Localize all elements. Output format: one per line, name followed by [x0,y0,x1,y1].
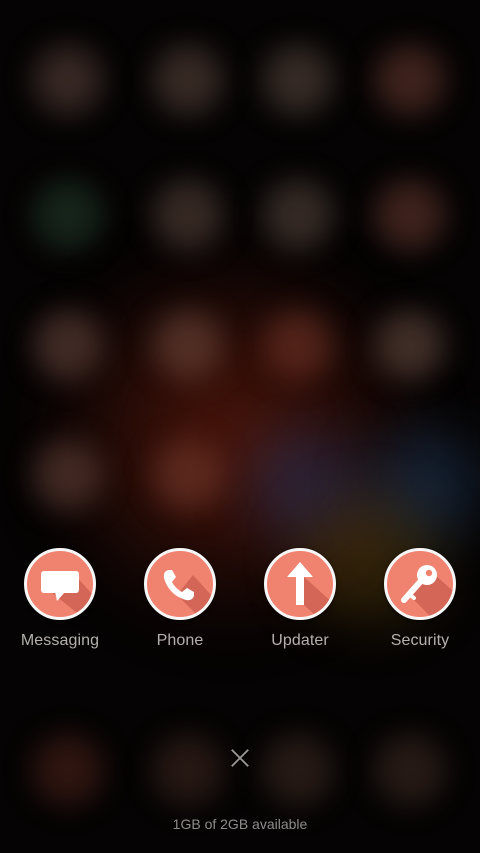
blurred-background [0,0,480,853]
close-icon [231,749,249,767]
app-phone[interactable]: Phone [120,548,240,658]
app-label-messaging: Messaging [20,632,100,649]
memory-status: 1GB of 2GB available [172,816,308,832]
up-arrow-icon [264,548,336,620]
app-label-phone: Phone [156,632,204,649]
close-button[interactable] [222,740,258,776]
app-security[interactable]: Security [360,548,480,658]
phone-handset-icon [144,548,216,620]
app-label-updater: Updater [271,632,329,649]
app-label-security: Security [390,632,450,649]
key-icon [384,548,456,620]
app-messaging[interactable]: Messaging [0,548,120,658]
message-bubble-icon [24,548,96,620]
app-updater[interactable]: Updater [240,548,360,658]
